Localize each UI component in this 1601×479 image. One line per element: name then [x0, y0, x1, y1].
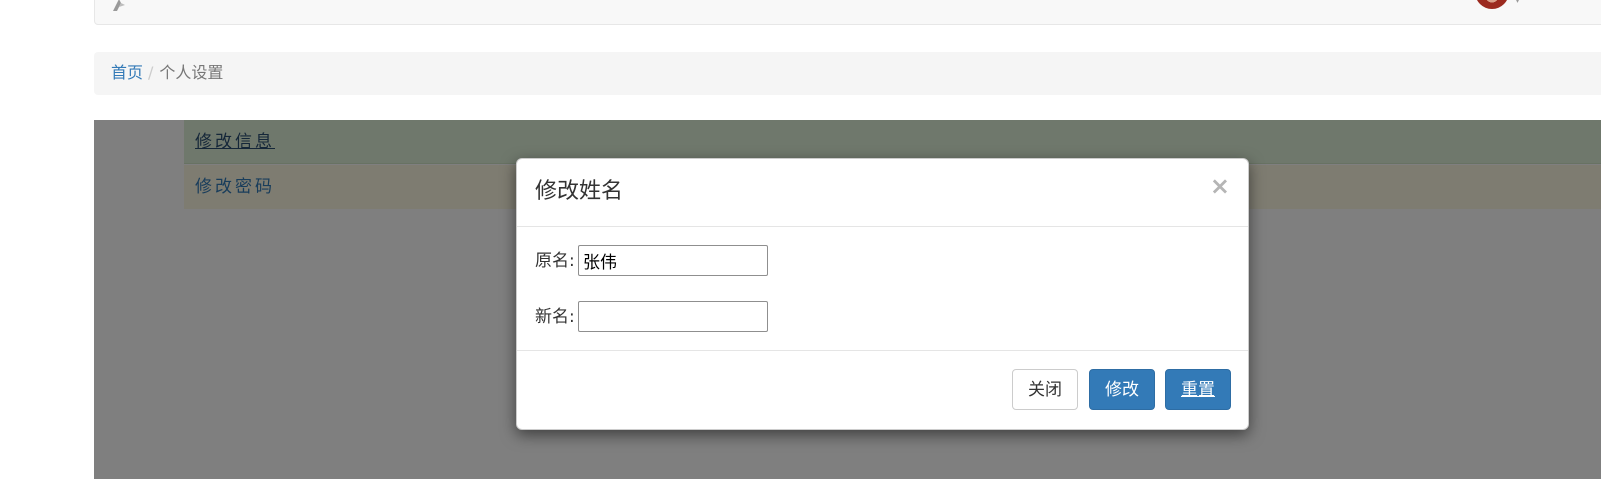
breadcrumb-separator: / [148, 63, 154, 82]
modal-title: 修改姓名 [535, 179, 624, 204]
modify-button[interactable]: 修改 [1089, 369, 1155, 410]
modal-body: 原名: 新名: [517, 227, 1248, 351]
user-avatar[interactable] [1475, 0, 1509, 9]
reset-button[interactable]: 重置 [1165, 369, 1231, 410]
edit-name-modal: 修改姓名 × 原名: 新名: 关闭 修改 重置 [516, 158, 1249, 430]
close-icon[interactable]: × [1210, 172, 1230, 200]
brand-logo-icon[interactable] [111, 0, 127, 13]
modal-header: 修改姓名 × [517, 159, 1248, 227]
new-name-label: 新名: [535, 307, 575, 327]
original-name-input[interactable] [578, 245, 768, 276]
new-name-input[interactable] [578, 301, 768, 332]
original-name-label: 原名: [535, 251, 575, 271]
breadcrumb-current: 个人设置 [159, 63, 224, 82]
breadcrumb: 首页 / 个人设置 [94, 52, 1601, 95]
breadcrumb-home-link[interactable]: 首页 [111, 63, 143, 82]
caret-down-icon[interactable]: ▾ [1515, 0, 1520, 6]
top-navbar: ▾ [94, 0, 1601, 25]
page: ▾ 首页/个人设置 修改信息 修改密码 修改姓名 × 原名: 新名: [0, 0, 1601, 479]
close-button[interactable]: 关闭 [1012, 369, 1078, 410]
modal-footer: 关闭 修改 重置 [517, 351, 1248, 429]
